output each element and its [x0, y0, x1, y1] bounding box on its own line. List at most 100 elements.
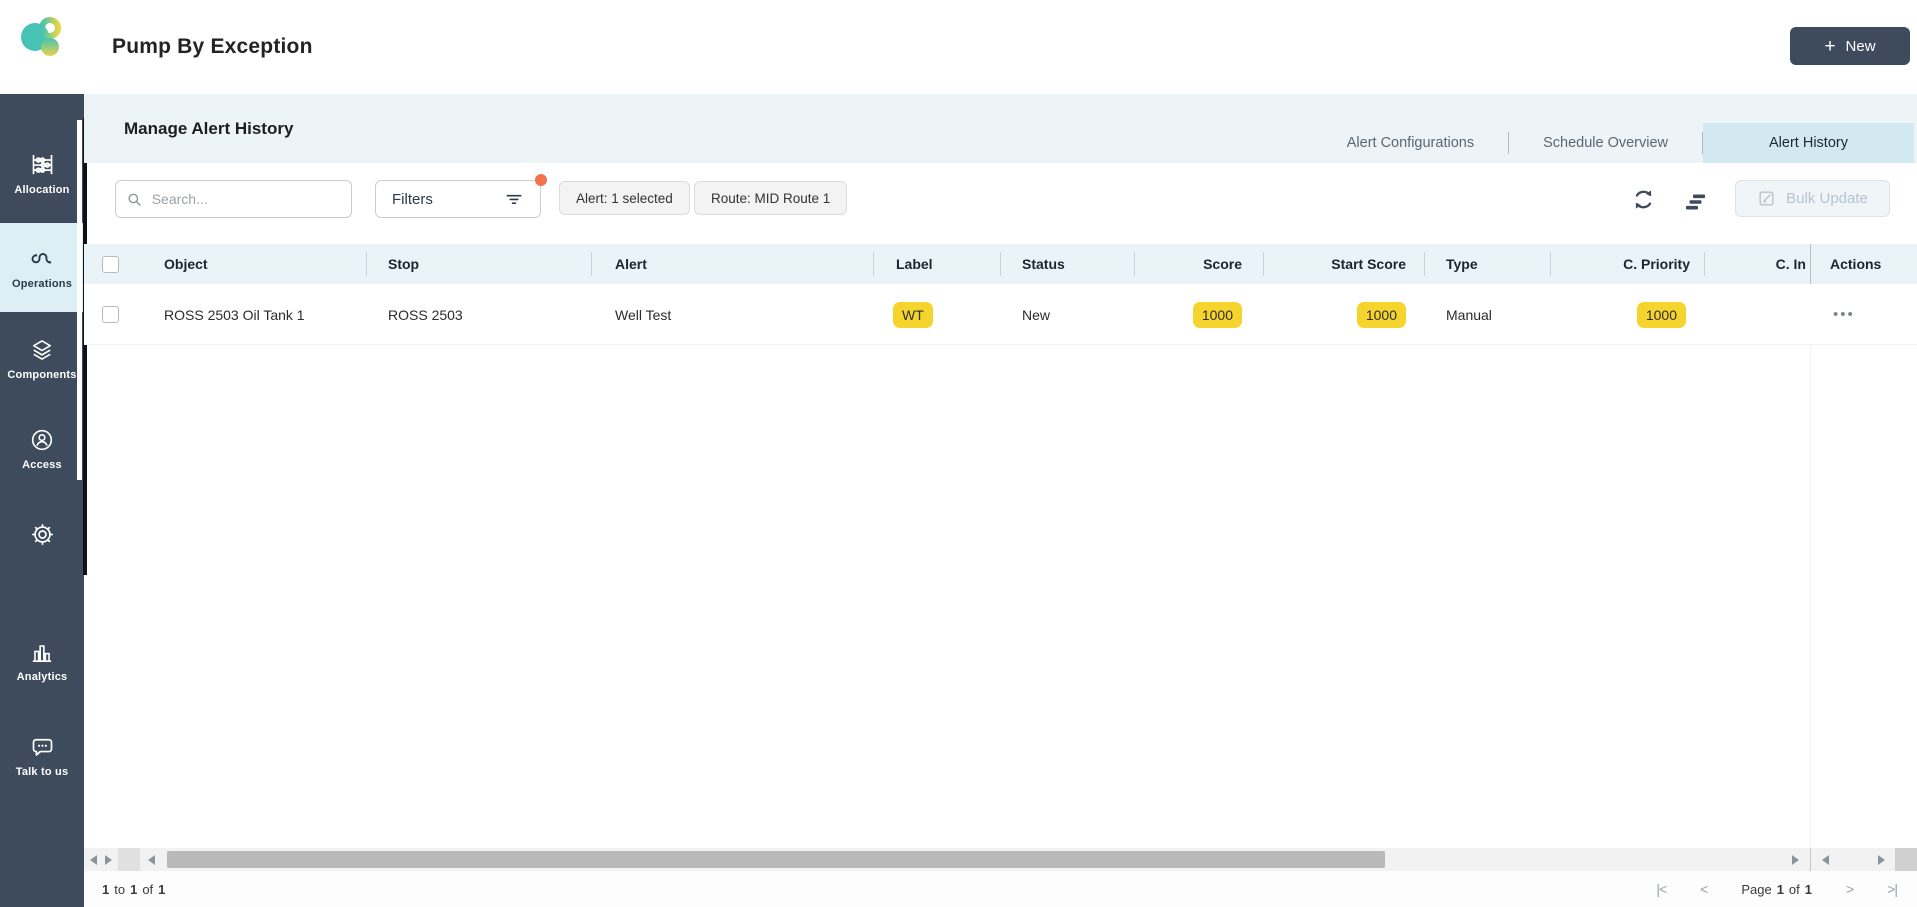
next-page-icon[interactable]: >	[1846, 881, 1854, 897]
start-score-badge: 1000	[1356, 301, 1406, 328]
page-scrollbar-thumb[interactable]	[83, 118, 87, 575]
sidebar-item-allocation[interactable]: Allocation	[0, 138, 84, 208]
sidebar-item-access[interactable]: Access	[0, 416, 84, 482]
column-header-actions[interactable]: Actions	[1830, 244, 1910, 284]
summary-to: 1	[130, 881, 138, 897]
column-divider	[1424, 252, 1425, 276]
edit-icon	[1759, 191, 1774, 206]
scrollbar-divider	[1810, 848, 1811, 871]
cell-object: ROSS 2503 Oil Tank 1	[164, 306, 305, 323]
prev-page-icon[interactable]: <	[1700, 881, 1708, 897]
column-header-type[interactable]: Type	[1446, 244, 1546, 284]
filters-active-dot	[535, 174, 547, 186]
row-actions-menu[interactable]: •••	[1833, 306, 1855, 323]
search-icon	[128, 193, 141, 206]
summary-of-word: of	[142, 881, 154, 897]
column-divider	[366, 252, 367, 276]
column-divider	[1704, 252, 1705, 276]
sidebar-item-settings[interactable]	[0, 512, 84, 556]
sidebar-item-label: Talk to us	[15, 765, 69, 778]
column-header-score[interactable]: Score	[1124, 244, 1242, 284]
bar-chart-icon	[32, 645, 52, 663]
score-badge: 1000	[1192, 301, 1242, 328]
first-page-icon[interactable]: |<	[1656, 881, 1667, 897]
page-word: Page	[1741, 881, 1772, 897]
filters-button[interactable]: Filters	[375, 180, 541, 218]
sidebar-item-label: Analytics	[16, 671, 68, 683]
cell-actions: •••	[1833, 284, 1893, 345]
column-header-object[interactable]: Object	[164, 244, 354, 284]
page-of-word: of	[1788, 881, 1800, 897]
refresh-icon[interactable]	[1630, 186, 1657, 213]
sidebar-item-operations[interactable]: Operations	[0, 223, 84, 312]
last-page-icon[interactable]: >|	[1887, 881, 1898, 897]
filter-chip-route[interactable]: Route: MID Route 1	[694, 181, 848, 215]
plus-icon: +	[1824, 35, 1836, 57]
sidebar-item-label: Allocation	[14, 183, 70, 196]
sidebar-scrollbar-track[interactable]	[77, 120, 82, 480]
sidebar: Allocation Operations Components Access …	[0, 94, 84, 907]
tab-alert-configurations[interactable]: Alert Configurations	[1313, 123, 1508, 163]
scrollbar-corner	[1895, 848, 1917, 871]
scroll-right-icon[interactable]	[105, 855, 112, 865]
scrollbar-spacer	[118, 848, 140, 871]
sidebar-item-analytics[interactable]: Analytics	[0, 628, 84, 694]
cell-alert: Well Test	[615, 306, 672, 323]
column-divider	[873, 252, 874, 276]
total-pages: 1	[1804, 881, 1812, 897]
sidebar-item-components[interactable]: Components	[0, 326, 84, 392]
filter-chip-alert[interactable]: Alert: 1 selected	[559, 181, 690, 215]
tab-schedule-overview[interactable]: Schedule Overview	[1509, 123, 1702, 163]
column-divider	[1134, 252, 1135, 276]
person-icon	[31, 429, 53, 451]
chat-icon	[32, 738, 52, 756]
column-header-status[interactable]: Status	[1022, 244, 1122, 284]
sidebar-item-label: Operations	[11, 278, 73, 290]
bulk-update-button[interactable]: Bulk Update	[1735, 180, 1890, 217]
app-window: Pump By Exception + New Allocation Opera…	[0, 0, 1917, 907]
column-header-c-in[interactable]: C. In	[1700, 244, 1806, 284]
horizontal-scrollbar-thumb[interactable]	[167, 851, 1385, 868]
bulk-update-label: Bulk Update	[1786, 190, 1868, 207]
tab-alert-history[interactable]: Alert History	[1703, 123, 1914, 163]
layers-icon	[32, 340, 52, 360]
pagination: |< < Page 1 of 1 > >|	[1656, 871, 1898, 907]
scroll-left-icon[interactable]	[148, 855, 155, 865]
column-header-label[interactable]: Label	[896, 244, 986, 284]
scroll-left-icon[interactable]	[90, 855, 97, 865]
cell-start-score: 1000	[1280, 284, 1406, 345]
column-stack-icon[interactable]	[1684, 190, 1708, 214]
column-header-alert[interactable]: Alert	[615, 244, 855, 284]
column-header-stop[interactable]: Stop	[388, 244, 578, 284]
filter-icon	[506, 194, 522, 204]
scroll-right-icon[interactable]	[1878, 855, 1885, 865]
scroll-right-icon[interactable]	[1792, 855, 1799, 865]
summary-to-word: to	[114, 881, 126, 897]
select-all-checkbox[interactable]	[102, 256, 119, 273]
gear-icon	[31, 523, 53, 545]
abacus-icon	[32, 154, 52, 174]
summary-total: 1	[158, 881, 166, 897]
search-input[interactable]	[151, 191, 341, 207]
column-header-start-score[interactable]: Start Score	[1280, 244, 1406, 284]
page-title: Manage Alert History	[124, 118, 294, 138]
top-bar: Pump By Exception + New	[0, 0, 1917, 94]
cell-type: Manual	[1446, 306, 1492, 323]
row-checkbox[interactable]	[102, 306, 119, 323]
column-header-c-priority[interactable]: C. Priority	[1554, 244, 1690, 284]
pinned-column-divider	[1810, 345, 1811, 848]
label-badge: WT	[893, 301, 933, 328]
scroll-left-icon[interactable]	[1822, 855, 1829, 865]
app-logo-icon	[21, 17, 61, 56]
summary-from: 1	[102, 881, 110, 897]
column-divider	[1550, 252, 1551, 276]
new-button[interactable]: + New	[1790, 27, 1910, 65]
grid-footer	[84, 871, 1917, 907]
search-box	[115, 180, 352, 218]
sidebar-item-talk-to-us[interactable]: Talk to us	[0, 724, 84, 786]
column-divider	[1263, 252, 1264, 276]
page-indicator: Page 1 of 1	[1741, 882, 1812, 897]
tab-bar: Alert Configurations Schedule Overview A…	[1313, 123, 1914, 163]
current-page: 1	[1776, 881, 1784, 897]
cell-c-priority: 1000	[1554, 284, 1686, 345]
